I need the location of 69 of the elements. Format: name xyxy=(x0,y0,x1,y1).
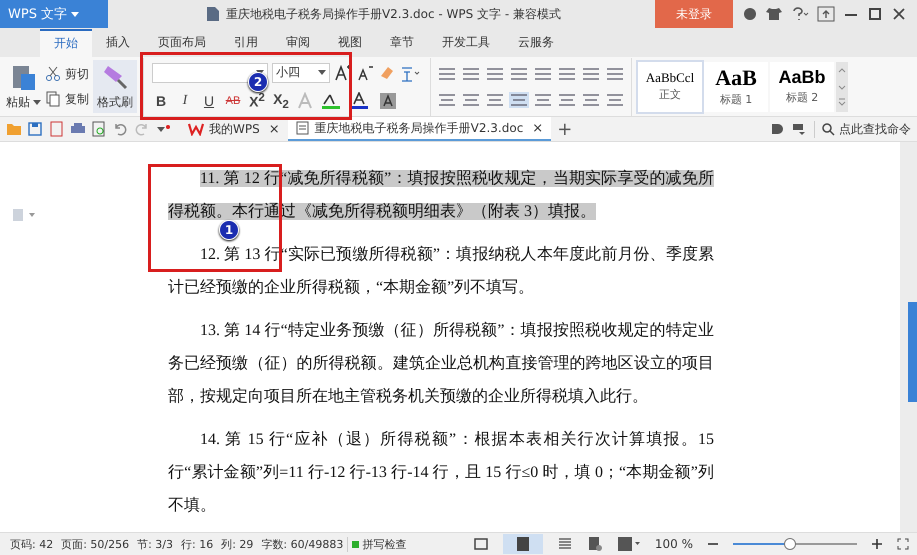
gallery-scroll-icon[interactable] xyxy=(836,62,848,112)
font-size-field[interactable]: 小四 xyxy=(272,62,330,83)
outline-view-icon[interactable] xyxy=(556,537,573,551)
status-item: 列: 29 xyxy=(220,536,254,552)
grow-font-icon[interactable] xyxy=(334,64,352,82)
document-paragraph: 13. 第 14 行“特定业务预缴（征）所得税额”：填报按照税收规定的特定业务已经预缴（征）的所得税额。建筑企业总机构直接管理的跨地区设立的项目部，按规定向项目所在地主管税务机关预缴的企业所得税填入此行。 xyxy=(168,320,714,407)
wps-logo-icon xyxy=(188,122,204,136)
format-button[interactable]: U xyxy=(200,92,218,109)
format-button[interactable]: X$_{2}$ xyxy=(272,90,290,111)
callout-number: 1 xyxy=(219,220,239,240)
zoom-level: 100 % xyxy=(654,537,693,551)
save-icon[interactable] xyxy=(28,122,42,136)
zoom-in-icon[interactable] xyxy=(871,538,883,550)
justify-icon[interactable] xyxy=(509,92,529,108)
paste-button[interactable]: 粘贴 xyxy=(6,62,41,112)
fit-window-icon[interactable] xyxy=(897,538,909,550)
format-button[interactable]: I xyxy=(176,92,194,109)
status-item: 字数: 60/49883 xyxy=(260,536,344,552)
style-preset[interactable]: AaBb 标题 2 xyxy=(770,62,834,112)
vertical-scrollbar[interactable] xyxy=(900,142,917,532)
fullscreen-icon[interactable] xyxy=(472,537,489,551)
char-shading-icon[interactable] xyxy=(380,92,396,109)
scissors-icon xyxy=(45,66,61,82)
style-preset[interactable]: AaB 标题 1 xyxy=(704,62,768,112)
status-item: 页码: 42 xyxy=(9,536,54,552)
status-item: 节: 3/3 xyxy=(136,536,174,552)
print-icon[interactable] xyxy=(70,122,86,136)
upload-icon[interactable] xyxy=(817,6,835,22)
document-tab[interactable]: 我的WPS × xyxy=(180,117,288,141)
copy-icon xyxy=(45,91,61,108)
spell-check-toggle[interactable]: 拼写检查 xyxy=(347,536,410,552)
ribbon-tab[interactable]: 审阅 xyxy=(272,28,324,57)
format-button[interactable]: X$^{2}$ xyxy=(248,91,266,110)
app-menu-button[interactable]: WPS 文字 xyxy=(0,0,108,28)
caret-icon xyxy=(318,70,326,76)
maximize-icon[interactable] xyxy=(867,7,883,21)
ribbon-tab[interactable]: 插入 xyxy=(92,28,144,57)
help-icon[interactable] xyxy=(791,7,809,21)
copy-button[interactable]: 复制 xyxy=(45,90,89,108)
format-button[interactable]: B xyxy=(152,92,170,109)
ribbon-tab[interactable]: 引用 xyxy=(220,28,272,57)
caret-icon xyxy=(33,100,41,106)
document-tab[interactable]: 重庆地税电子税务局操作手册V2.3.doc × xyxy=(288,117,552,141)
command-search-field[interactable]: 点此查找命令 xyxy=(814,120,911,138)
ribbon-tab[interactable]: 开发工具 xyxy=(428,28,504,57)
cut-button[interactable]: 剪切 xyxy=(45,66,89,83)
status-item: 页面: 50/256 xyxy=(60,536,130,552)
ribbon-tab[interactable]: 章节 xyxy=(376,28,428,57)
status-item: 行: 16 xyxy=(180,536,214,552)
format-painter-button[interactable]: 格式刷 xyxy=(93,60,137,114)
shrink-font-icon[interactable] xyxy=(356,64,374,82)
shirt-icon[interactable] xyxy=(765,7,783,21)
ribbon-tab[interactable]: 开始 xyxy=(40,28,92,57)
document-icon xyxy=(206,6,220,22)
caret-icon xyxy=(71,12,80,18)
close-icon[interactable] xyxy=(891,7,907,21)
document-icon xyxy=(296,121,310,135)
search-icon xyxy=(821,122,835,136)
page-view-icon[interactable] xyxy=(502,534,543,554)
ribbon-tab[interactable]: 视图 xyxy=(324,28,376,57)
ribbon-tab[interactable]: 页面布局 xyxy=(144,28,220,57)
format-button[interactable]: AB xyxy=(224,94,242,107)
window-title: 重庆地税电子税务局操作手册V2.3.doc - WPS 文字 - 兼容模式 xyxy=(226,6,562,22)
ribbon-tab[interactable]: 云服务 xyxy=(504,28,568,57)
zoom-slider-handle[interactable] xyxy=(784,538,796,550)
print-preview-icon[interactable] xyxy=(92,121,106,137)
document-paragraph: 14. 第 15 行“应补（退）所得税额”：根据本表相关行次计算填报。15 行“累计金额”列=11 行-12 行-13 行-14 行，且 15 行≤0 时，填 0；“本期金额”列不填。 xyxy=(168,430,714,516)
new-tab-button[interactable]: + xyxy=(551,118,578,140)
style-preset[interactable]: AaBbCcl 正文 xyxy=(638,62,702,112)
